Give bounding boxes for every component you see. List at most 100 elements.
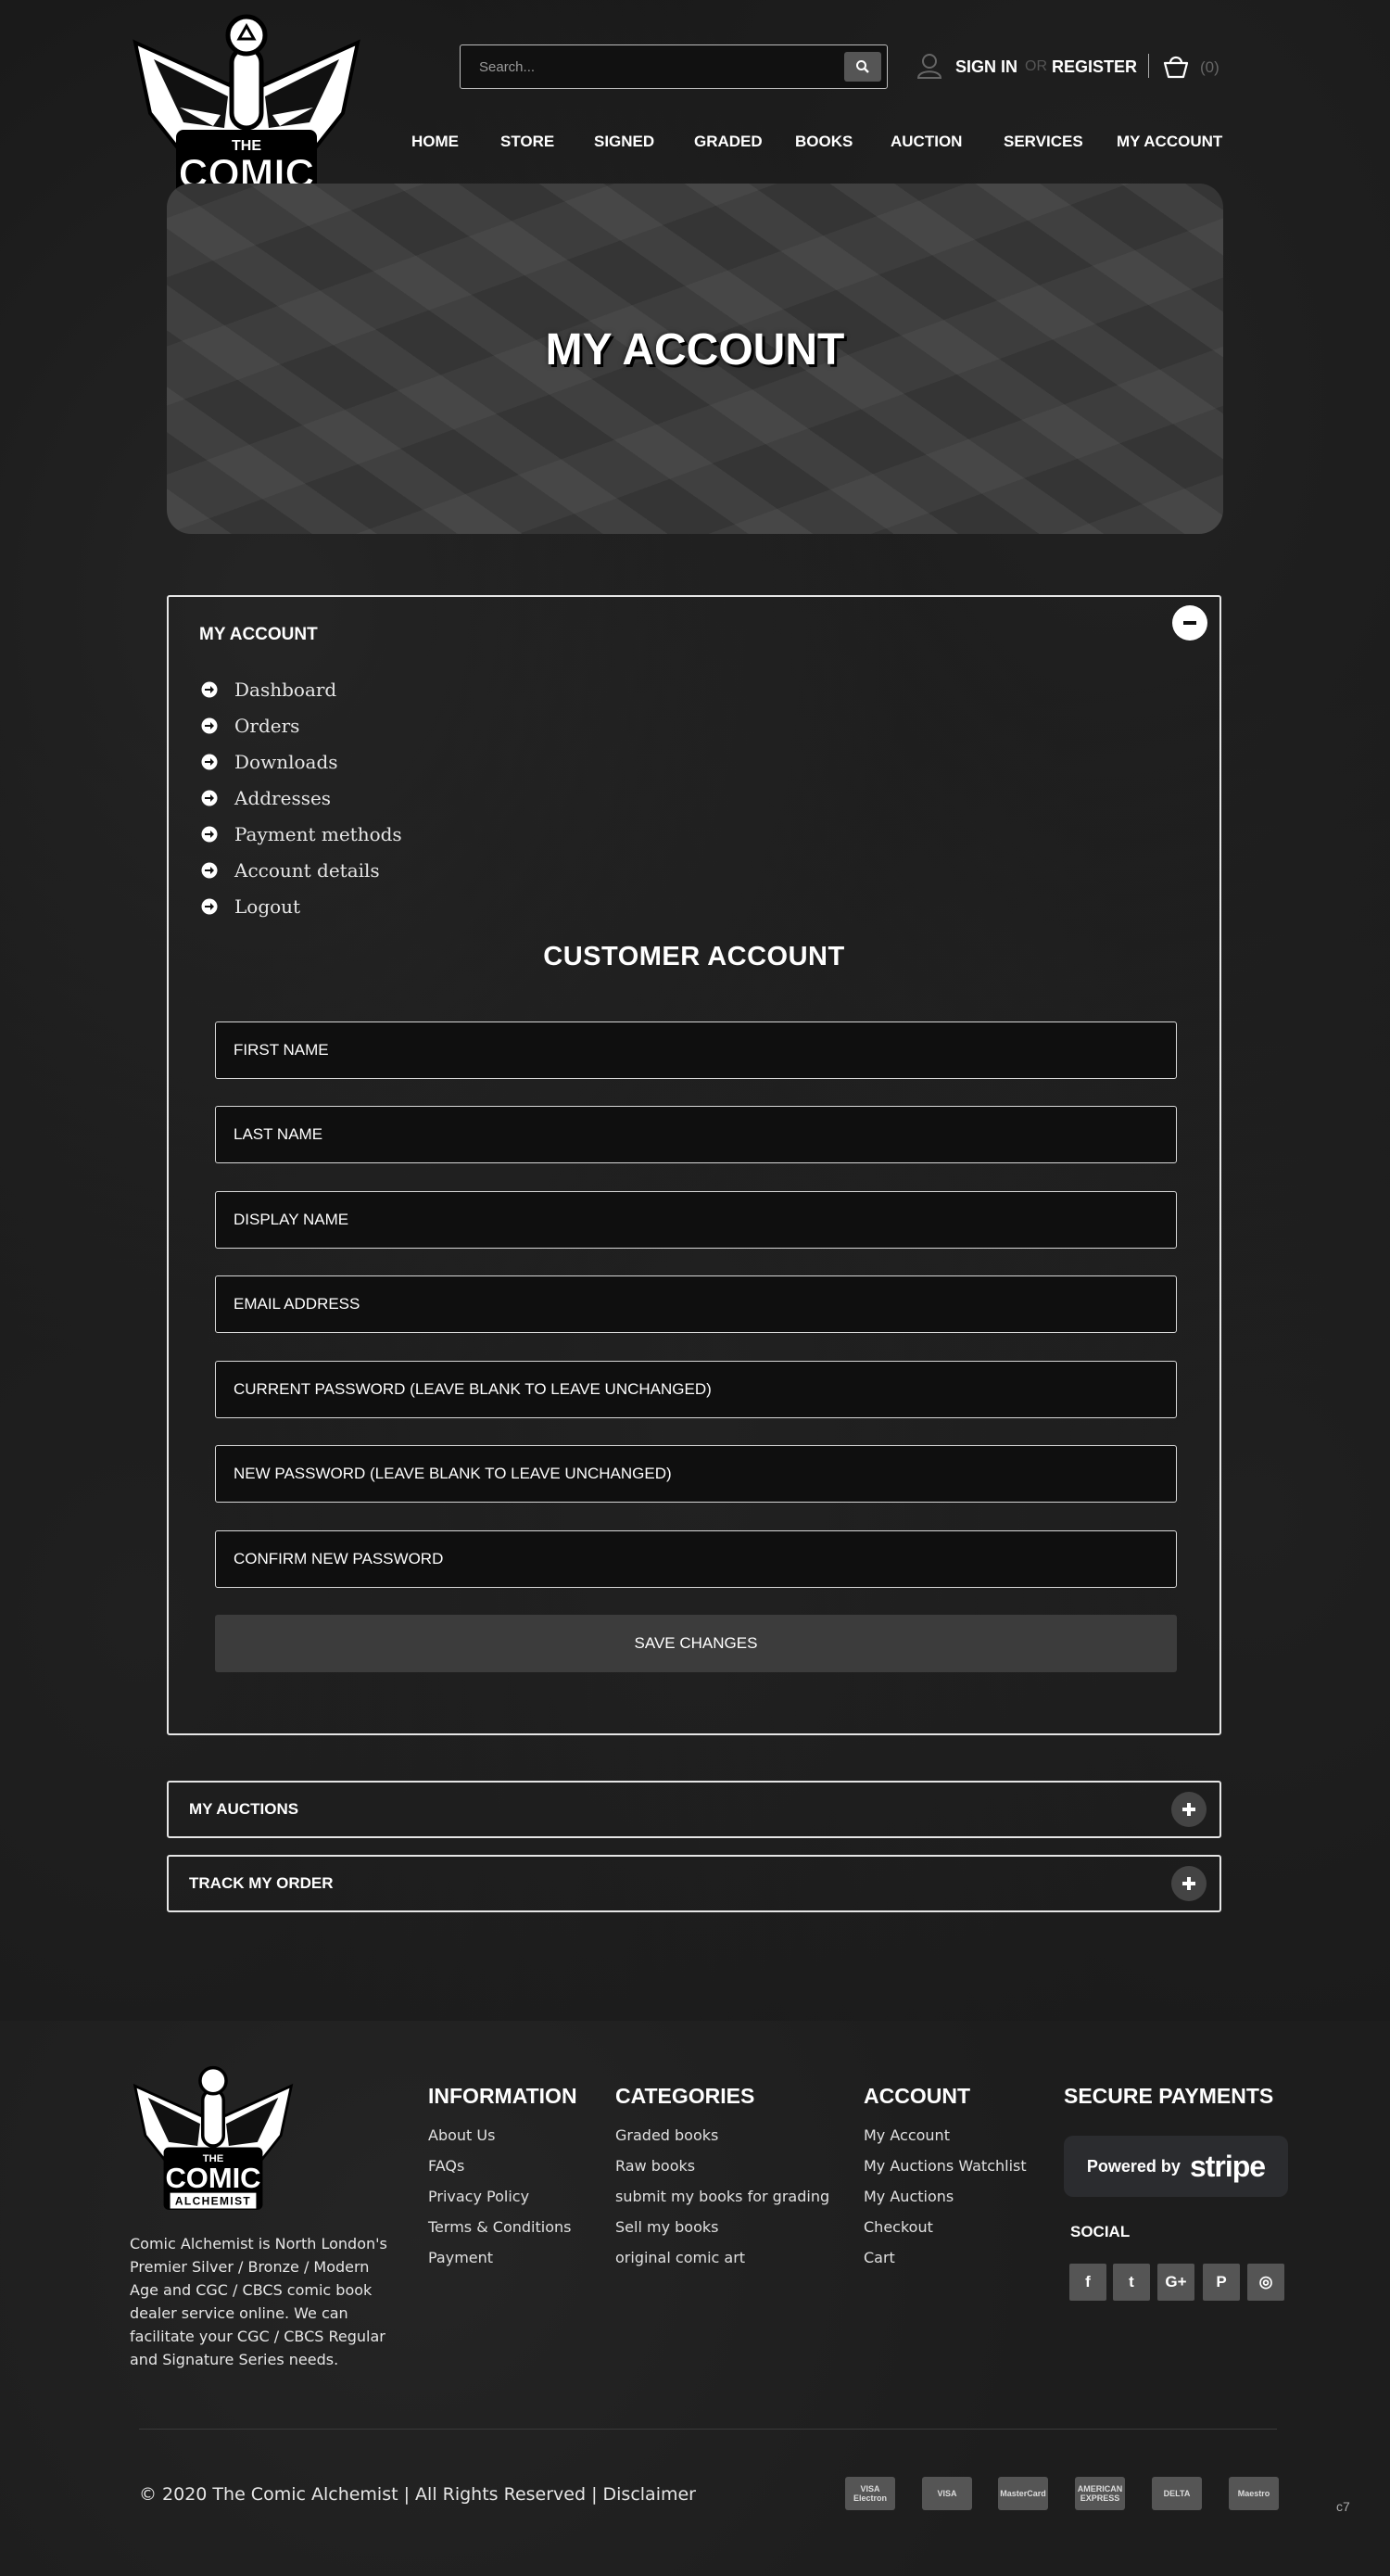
google-plus-icon[interactable]: G+ <box>1157 2264 1194 2301</box>
minus-icon <box>1183 621 1196 625</box>
facebook-icon[interactable]: f <box>1069 2264 1106 2301</box>
footer-account-links: My Account My Auctions Watchlist My Auct… <box>864 2126 1027 2279</box>
menu-item-dashboard[interactable]: Dashboard <box>201 671 402 707</box>
footer-link-my-account[interactable]: My Account <box>864 2126 1027 2157</box>
arrow-circle-right-icon <box>201 790 218 806</box>
menu-item-payment-methods[interactable]: Payment methods <box>201 816 402 852</box>
footer-link-watchlist[interactable]: My Auctions Watchlist <box>864 2157 1027 2188</box>
sign-in-link[interactable]: SIGN IN <box>955 57 1017 77</box>
last-name-input[interactable] <box>216 1107 1176 1162</box>
search-input[interactable] <box>461 45 831 88</box>
footer-information-title: INFORMATION <box>428 2084 577 2108</box>
account-menu: Dashboard Orders Downloads Addresses Pay… <box>201 671 402 924</box>
menu-item-account-details[interactable]: Account details <box>201 852 402 888</box>
my-auctions-panel[interactable]: MY AUCTIONS <box>167 1781 1221 1838</box>
nav-store[interactable]: STORE <box>500 133 554 151</box>
current-password-input[interactable] <box>216 1362 1176 1417</box>
footer-payments-title: SECURE PAYMENTS <box>1064 2084 1274 2108</box>
footer-account-title: ACCOUNT <box>864 2084 970 2108</box>
maestro-card-icon: Maestro <box>1229 2477 1279 2510</box>
footer-link-my-auctions[interactable]: My Auctions <box>864 2188 1027 2218</box>
footer-link-graded-books[interactable]: Graded books <box>615 2126 829 2157</box>
expand-toggle[interactable] <box>1171 1866 1207 1901</box>
cart-count[interactable]: (0) <box>1200 58 1219 77</box>
footer-link-privacy-policy[interactable]: Privacy Policy <box>428 2188 571 2218</box>
arrow-circle-right-icon <box>201 754 218 769</box>
display-name-input[interactable] <box>216 1192 1176 1248</box>
track-order-panel[interactable]: TRACK MY ORDER <box>167 1855 1221 1912</box>
nav-my-account[interactable]: MY ACCOUNT <box>1117 133 1222 151</box>
footer-link-sell-books[interactable]: Sell my books <box>615 2218 829 2249</box>
expand-toggle[interactable] <box>1171 1792 1207 1827</box>
current-password-field <box>215 1361 1177 1418</box>
nav-signed[interactable]: SIGNED <box>594 133 654 151</box>
arrow-circle-right-icon <box>201 681 218 697</box>
footer-logo[interactable]: THE COMIC ALCHEMIST <box>130 2062 297 2217</box>
amex-card-icon: AMERICAN EXPRESS <box>1075 2477 1125 2510</box>
footer-logo-comic-text: COMIC <box>165 2162 260 2194</box>
footer-link-payment[interactable]: Payment <box>428 2249 571 2279</box>
user-icon[interactable] <box>916 52 943 80</box>
my-account-panel: MY ACCOUNT Dashboard Orders Downloads Ad… <box>167 595 1221 1735</box>
first-name-input[interactable] <box>216 1022 1176 1078</box>
menu-item-logout[interactable]: Logout <box>201 888 402 924</box>
last-name-field <box>215 1106 1177 1163</box>
mastercard-card-icon: MasterCard <box>998 2477 1048 2510</box>
hero-banner: MY ACCOUNT <box>167 184 1223 534</box>
footer-link-faqs[interactable]: FAQs <box>428 2157 571 2188</box>
track-order-title: TRACK MY ORDER <box>189 1874 334 1892</box>
nav-services[interactable]: SERVICES <box>1004 133 1083 151</box>
register-link[interactable]: REGISTER <box>1052 57 1137 77</box>
search-icon <box>856 60 869 73</box>
footer-information-links: About Us FAQs Privacy Policy Terms & Con… <box>428 2126 571 2279</box>
site-footer: THE COMIC ALCHEMIST Comic Alchemist is N… <box>0 2021 1390 2576</box>
header-divider <box>1148 54 1149 78</box>
menu-item-orders[interactable]: Orders <box>201 707 402 743</box>
corner-tag: c7 <box>1336 2499 1350 2514</box>
email-input[interactable] <box>216 1276 1176 1332</box>
menu-item-label: Dashboard <box>234 678 337 701</box>
confirm-password-field <box>215 1530 1177 1588</box>
delta-card-icon: DELTA <box>1152 2477 1202 2510</box>
menu-item-downloads[interactable]: Downloads <box>201 743 402 780</box>
menu-item-label: Payment methods <box>234 822 402 845</box>
plus-icon <box>1182 1803 1195 1816</box>
footer-categories-title: CATEGORIES <box>615 2084 755 2108</box>
search-box <box>460 44 888 89</box>
new-password-field <box>215 1445 1177 1503</box>
nav-graded[interactable]: GRADED <box>694 133 763 151</box>
nav-home[interactable]: HOME <box>411 133 459 151</box>
footer-link-submit-grading[interactable]: submit my books for grading <box>615 2188 829 2218</box>
footer-link-checkout[interactable]: Checkout <box>864 2218 1027 2249</box>
arrow-circle-right-icon <box>201 826 218 842</box>
new-password-input[interactable] <box>216 1446 1176 1502</box>
copyright-text: © 2020 The Comic Alchemist | All Rights … <box>139 2484 696 2505</box>
confirm-password-input[interactable] <box>216 1531 1176 1587</box>
pinterest-icon[interactable]: P <box>1203 2264 1240 2301</box>
arrow-circle-right-icon <box>201 717 218 733</box>
page-title: MY ACCOUNT <box>545 325 845 374</box>
menu-item-addresses[interactable]: Addresses <box>201 780 402 816</box>
footer-link-about-us[interactable]: About Us <box>428 2126 571 2157</box>
save-changes-button[interactable]: SAVE CHANGES <box>215 1615 1177 1672</box>
arrow-circle-right-icon <box>201 898 218 914</box>
menu-item-label: Addresses <box>234 786 332 809</box>
instagram-icon[interactable]: ◎ <box>1247 2264 1284 2301</box>
nav-books[interactable]: BOOKS <box>795 133 853 151</box>
my-account-panel-title[interactable]: MY ACCOUNT <box>199 625 318 645</box>
collapse-toggle[interactable] <box>1172 605 1207 641</box>
footer-link-terms[interactable]: Terms & Conditions <box>428 2218 571 2249</box>
menu-item-label: Orders <box>234 714 300 737</box>
nav-auction[interactable]: AUCTION <box>891 133 962 151</box>
twitter-icon[interactable]: t <box>1113 2264 1150 2301</box>
footer-link-raw-books[interactable]: Raw books <box>615 2157 829 2188</box>
arrow-circle-right-icon <box>201 862 218 878</box>
visa-electron-card-icon: VISA Electron <box>845 2477 895 2510</box>
footer-link-original-art[interactable]: original comic art <box>615 2249 829 2279</box>
menu-item-label: Logout <box>234 895 301 918</box>
search-button[interactable] <box>844 52 881 82</box>
cart-basket-icon[interactable] <box>1162 54 1190 80</box>
stripe-logo: stripe <box>1189 2149 1266 2183</box>
email-field <box>215 1275 1177 1333</box>
footer-link-cart[interactable]: Cart <box>864 2249 1027 2279</box>
